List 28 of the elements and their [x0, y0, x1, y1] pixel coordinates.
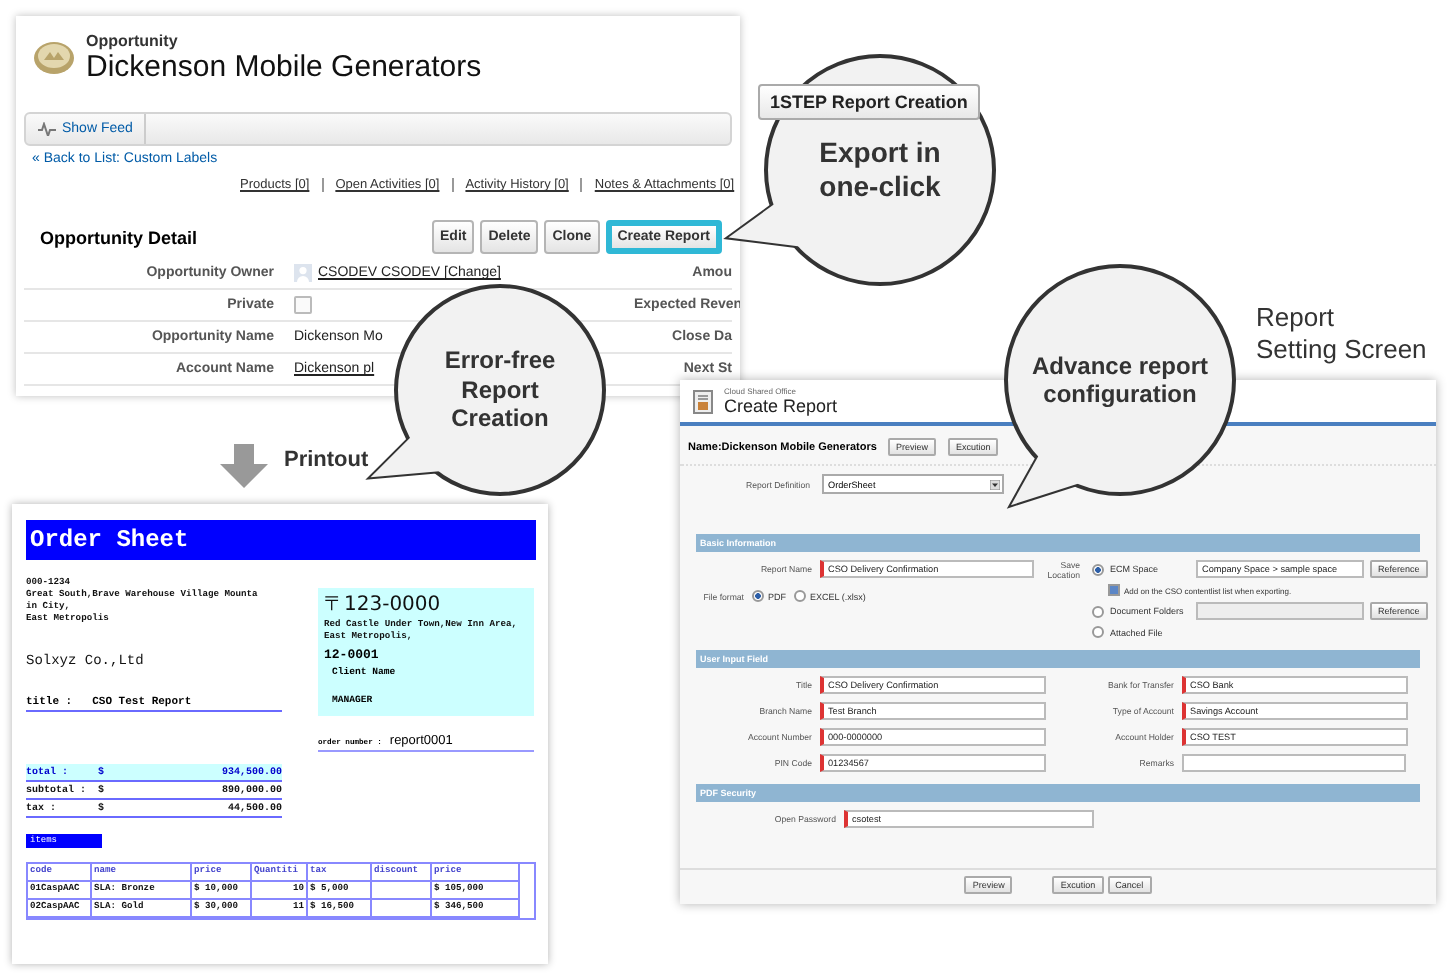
- radio-button[interactable]: [1092, 626, 1104, 638]
- checkbox[interactable]: [1108, 584, 1120, 596]
- callout-text: Error-free Report Creation: [444, 346, 556, 434]
- callout-text: Export in one-click: [819, 136, 941, 204]
- step-badge: 1STEP Report Creation: [758, 84, 980, 120]
- object-label: Opportunity: [86, 32, 180, 50]
- table-cell: [372, 882, 432, 900]
- radio-button[interactable]: [752, 590, 764, 602]
- pulse-icon: [38, 122, 56, 136]
- down-arrow-icon: [220, 444, 268, 488]
- document-icon: [692, 389, 714, 413]
- coins-icon: [32, 40, 76, 76]
- record-title: Dickenson Mobile Generators: [86, 50, 482, 84]
- radio-button[interactable]: [1092, 605, 1104, 617]
- section-title: Opportunity Detail: [40, 227, 199, 247]
- checkbox[interactable]: [294, 296, 312, 314]
- input-field[interactable]: [1196, 602, 1364, 620]
- printout-label: Printout: [284, 448, 369, 472]
- avatar-icon: [294, 264, 312, 282]
- setting-screen-label: Report Setting Screen: [1256, 302, 1427, 366]
- callout-text: Advance report configuration: [1031, 351, 1209, 409]
- radio-button[interactable]: [794, 590, 806, 602]
- radio-button[interactable]: [1092, 563, 1104, 575]
- postal-code: 〒123-0000: [324, 594, 443, 616]
- dropdown-icon: [990, 479, 1000, 489]
- sheet-title: Order Sheet: [26, 520, 536, 560]
- input-field[interactable]: [1182, 754, 1406, 772]
- window-title: Create Report: [724, 396, 838, 416]
